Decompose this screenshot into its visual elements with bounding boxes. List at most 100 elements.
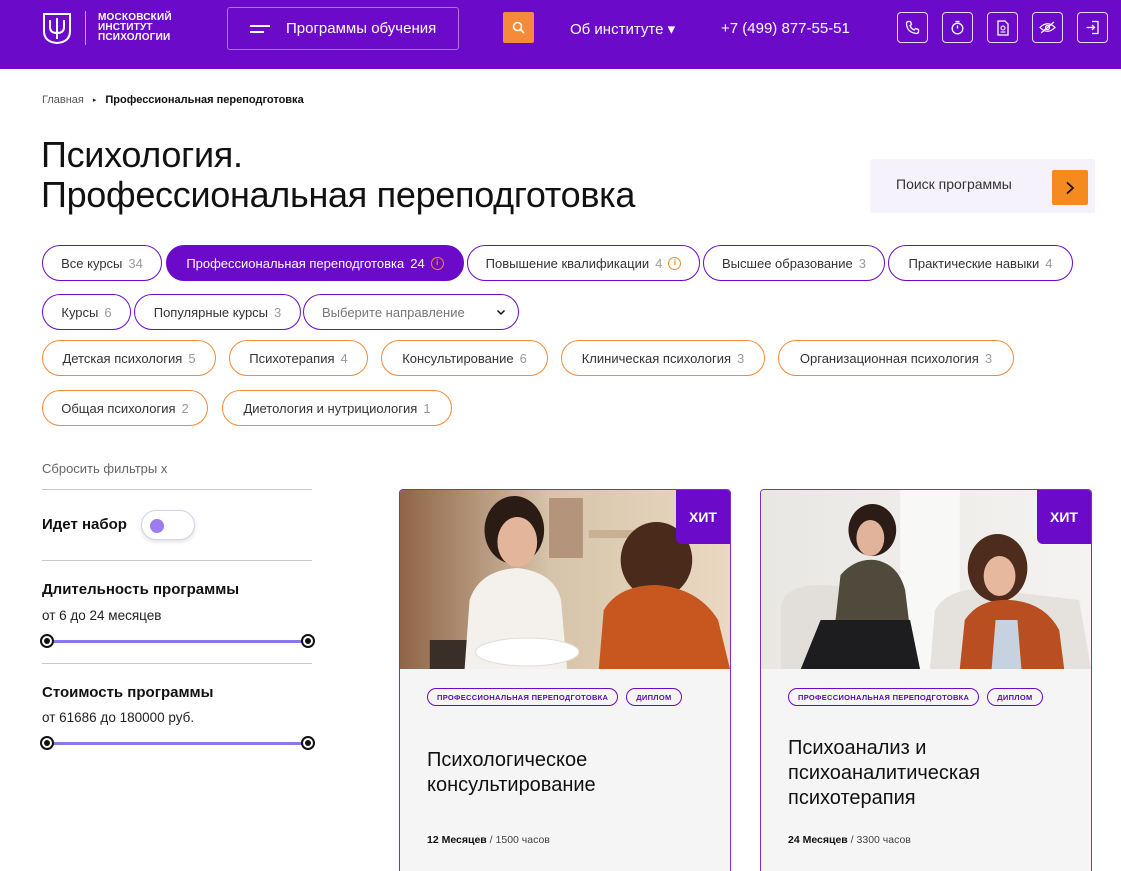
card-tag: ПРОФЕССИОНАЛЬНАЯ ПЕРЕПОДГОТОВКА [427,688,619,706]
enrolling-toggle[interactable] [141,510,195,540]
price-max-handle[interactable] [301,736,315,750]
price-min-handle[interactable] [40,736,54,750]
chip-professional-retraining[interactable]: Профессиональная переподготовка 24 i [166,245,464,281]
chip-count: 1 [423,400,431,416]
price-range-text: от 61686 до 180000 руб. [42,710,195,725]
chip-counseling[interactable]: Консультирование 6 [381,340,548,376]
breadcrumb-separator-icon: ▸ [92,97,97,104]
hit-badge: ХИТ [676,490,730,544]
duration-slider[interactable] [40,634,315,648]
card-title[interactable]: Психологическое консультирование [427,748,596,798]
chip-qualification[interactable]: Повышение квалификации 4 i [467,245,700,281]
card-title[interactable]: Психоанализ и психоаналитическая психоте… [788,736,980,811]
slider-track [47,742,308,745]
card-title-line: Психоанализ и [788,737,927,759]
chip-label: Организационная психология [799,350,979,366]
enrolling-label: Идет набор [42,516,127,533]
header-phone-link[interactable]: +7 (499) 877-55-51 [721,20,850,37]
chip-count: 4 [655,255,663,271]
filter-divider [42,489,312,490]
programs-menu-label: Программы обучения [286,20,437,37]
chip-general-psychology[interactable]: Общая психология 2 [42,390,208,426]
chip-label: Клиническая психология [581,350,732,366]
card-tag: ДИПЛОМ [626,688,682,706]
chip-label: Консультирование [402,350,514,366]
toggle-knob [150,519,164,533]
breadcrumb-home-link[interactable]: Главная [42,94,84,106]
duration-min-handle[interactable] [40,634,54,648]
chip-label: Курсы [61,304,99,320]
program-card[interactable]: ХИТ ПРОФЕССИОНАЛЬНАЯ ПЕРЕПОДГОТОВКА ДИПЛ… [399,489,731,871]
chip-psychotherapy[interactable]: Психотерапия 4 [229,340,368,376]
price-label: Стоимость программы [42,684,214,701]
program-card[interactable]: ХИТ ПРОФЕССИОНАЛЬНАЯ ПЕРЕПОДГОТОВКА ДИПЛ… [760,489,1092,871]
program-search-input[interactable] [896,176,1046,192]
chip-count: 5 [188,350,196,366]
card-duration: 12 Месяцев [427,834,487,846]
duration-label: Длительность программы [42,581,240,598]
chip-label: Популярные курсы [153,304,269,320]
header-icon-group [897,12,1108,43]
chip-higher-education[interactable]: Высшее образование 3 [703,245,885,281]
duration-max-handle[interactable] [301,634,315,648]
card-hours: / 1500 часов [486,834,550,846]
slider-track [47,640,308,643]
page-title-line: Психология. [41,134,243,175]
menu-icon [250,21,272,37]
chip-organizational-psychology[interactable]: Организационная психология 3 [778,340,1014,376]
chip-label: Все курсы [61,255,123,271]
document-icon [996,19,1009,36]
chip-label: Детская психология [62,350,183,366]
info-icon[interactable]: i [668,256,682,270]
card-meta: 24 Месяцев / 3300 часов [788,834,911,846]
card-tags: ПРОФЕССИОНАЛЬНАЯ ПЕРЕПОДГОТОВКА ДИПЛОМ [427,688,682,706]
card-meta: 12 Месяцев / 1500 часов [427,834,550,846]
page-title: Психология. Профессиональная переподгото… [41,135,635,215]
card-duration: 24 Месяцев [788,834,848,846]
chip-label: Высшее образование [722,255,853,271]
header-search-button[interactable] [503,12,534,43]
filter-divider [42,560,312,561]
price-slider[interactable] [40,736,315,750]
chip-label: Диетология и нутрициология [243,400,418,416]
program-search [870,159,1095,213]
card-title-line: психотерапия [788,787,916,809]
chip-count: 2 [181,400,189,416]
chip-popular-courses[interactable]: Популярные курсы 3 [134,294,301,330]
chip-all-courses[interactable]: Все курсы 34 [42,245,162,281]
programs-menu-button[interactable]: Программы обучения [227,7,459,50]
psi-logo-icon [43,13,71,45]
card-hours: / 3300 часов [847,834,911,846]
chip-label: Профессиональная переподготовка [186,255,405,271]
info-icon[interactable]: i [430,256,444,270]
search-icon [512,21,525,34]
chip-child-psychology[interactable]: Детская психология 5 [42,340,216,376]
low-vision-icon [1039,21,1056,34]
chevron-down-icon [496,309,506,315]
chip-clinical-psychology[interactable]: Клиническая психология 3 [561,340,765,376]
low-vision-button[interactable] [1032,12,1063,43]
chip-count: 4 [1045,255,1053,271]
chip-dietology[interactable]: Диетология и нутрициология 1 [222,390,452,426]
chip-courses[interactable]: Курсы 6 [42,294,131,330]
login-icon [1086,20,1099,35]
reset-filters-button[interactable]: Сбросить фильтры х [42,461,167,476]
chip-count: 3 [274,304,282,320]
chip-count: 6 [104,304,112,320]
card-title-line: Психологическое [427,749,588,771]
document-button[interactable] [987,12,1018,43]
chip-count: 24 [410,255,425,271]
login-button[interactable] [1077,12,1108,43]
nav-about-dropdown[interactable]: Об институте ▾ [570,20,675,38]
filter-divider [42,663,312,664]
chip-count: 4 [340,350,348,366]
direction-select[interactable]: Выберите направление [303,294,519,330]
timer-button[interactable] [942,12,973,43]
breadcrumb: Главная ▸ Профессиональная переподготовк… [42,94,304,106]
chip-practical-skills[interactable]: Практические навыки 4 [888,245,1073,281]
logo[interactable]: МОСКОВСКИЙ ИНСТИТУТ ПСИХОЛОГИИ [41,11,172,45]
program-search-submit[interactable] [1052,170,1088,205]
logo-line: ПСИХОЛОГИИ [98,32,171,43]
phone-button[interactable] [897,12,928,43]
card-tags: ПРОФЕССИОНАЛЬНАЯ ПЕРЕПОДГОТОВКА ДИПЛОМ [788,688,1043,706]
